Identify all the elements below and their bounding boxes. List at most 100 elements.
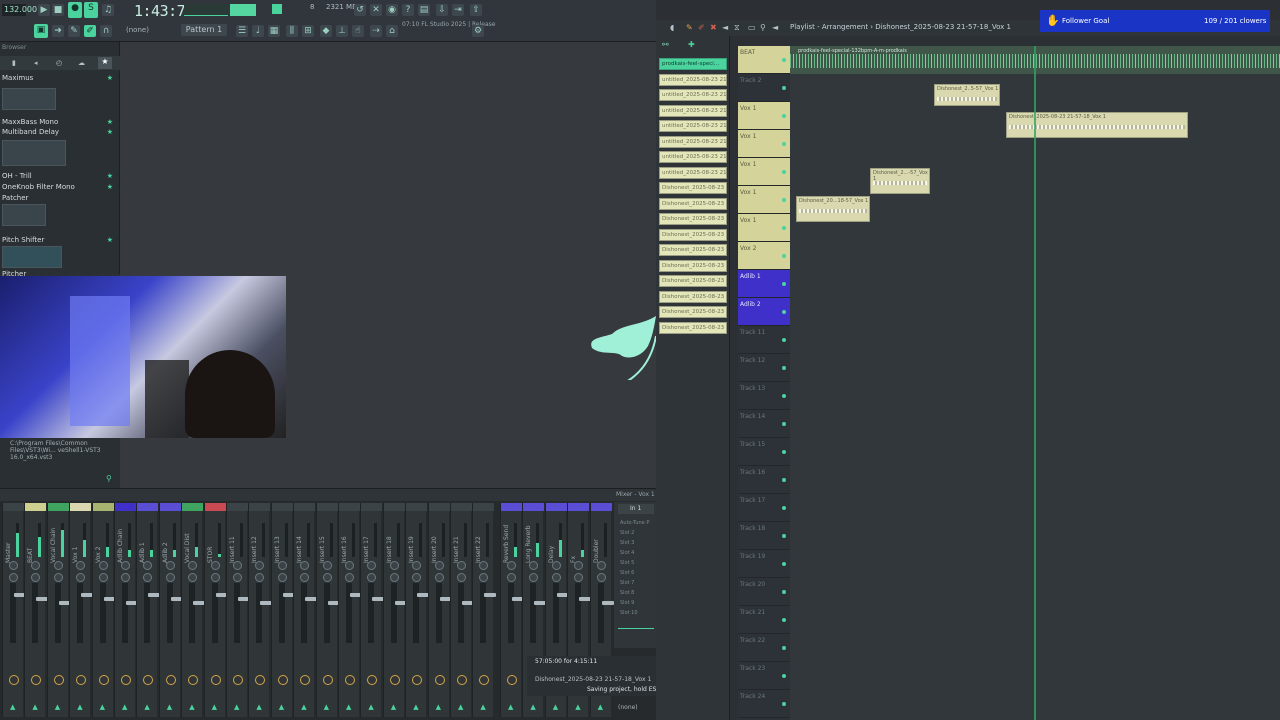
mixer-strip[interactable]: Insert 18 ▲ bbox=[382, 503, 407, 717]
mixer-strip[interactable]: Insert 16 ▲ bbox=[338, 503, 362, 717]
stereo-knob[interactable] bbox=[9, 573, 18, 582]
browser-item[interactable]: MaxxBass Mono bbox=[2, 118, 58, 126]
output-selector[interactable]: (none) bbox=[618, 704, 638, 711]
stereo-knob[interactable] bbox=[53, 573, 63, 582]
picker-item[interactable]: untitled_2025-08-23 21... bbox=[659, 73, 727, 86]
render-icon[interactable]: ⇥ bbox=[452, 4, 464, 16]
route-arrow-icon[interactable]: ▲ bbox=[575, 703, 580, 711]
track-header[interactable]: Track 15 bbox=[738, 438, 790, 466]
pan-knob[interactable] bbox=[457, 561, 466, 570]
plugin-icon[interactable]: ◆ bbox=[320, 25, 332, 37]
volume-fader[interactable] bbox=[32, 583, 49, 643]
track-active-led[interactable] bbox=[782, 534, 786, 538]
volume-fader[interactable] bbox=[435, 583, 452, 643]
track-active-led[interactable] bbox=[782, 366, 786, 370]
track-header[interactable]: Vox 1 bbox=[738, 186, 790, 214]
pan-knob[interactable] bbox=[322, 561, 332, 570]
pan-knob[interactable] bbox=[53, 561, 63, 570]
touch-icon[interactable]: ☝ bbox=[352, 25, 364, 37]
folder-icon[interactable]: ▮ bbox=[12, 59, 16, 67]
volume-fader[interactable] bbox=[77, 583, 94, 643]
stereo-knob[interactable] bbox=[300, 573, 310, 582]
stereo-knob[interactable] bbox=[507, 573, 516, 582]
route-arrow-icon[interactable]: ▲ bbox=[553, 703, 558, 711]
mixer-strip[interactable]: Insert 12 ▲ bbox=[248, 503, 273, 717]
help-icon[interactable]: ? bbox=[402, 4, 414, 16]
route-knob[interactable] bbox=[479, 675, 490, 685]
route-arrow-icon[interactable]: ▲ bbox=[368, 703, 373, 711]
track-header[interactable]: Track 24 bbox=[738, 690, 790, 718]
route-arrow-icon[interactable]: ▲ bbox=[324, 703, 329, 711]
route-arrow-icon[interactable]: ▲ bbox=[301, 703, 306, 711]
route-knob[interactable] bbox=[255, 675, 266, 685]
track-active-led[interactable] bbox=[782, 394, 786, 398]
route-arrow-icon[interactable]: ▲ bbox=[480, 703, 485, 711]
pan-knob[interactable] bbox=[529, 561, 539, 570]
pan-knob[interactable] bbox=[412, 561, 422, 570]
track-header[interactable]: Vox 1 bbox=[738, 214, 790, 242]
route-arrow-icon[interactable]: ▲ bbox=[279, 703, 284, 711]
fx-slot[interactable]: Slot 4 bbox=[620, 550, 634, 556]
favorites-icon[interactable]: ★ bbox=[98, 57, 112, 69]
mixer-strip[interactable]: Vox 1 ▲ bbox=[69, 503, 94, 717]
vocal-clip[interactable]: Dishonest_20...18-57_Vox 1 bbox=[796, 196, 870, 222]
mixer-strip[interactable]: Insert 14 ▲ bbox=[293, 503, 318, 717]
route-knob[interactable] bbox=[233, 675, 243, 685]
browser-item[interactable]: Maximus bbox=[2, 74, 33, 82]
route-knob[interactable] bbox=[76, 675, 87, 685]
stereo-knob[interactable] bbox=[255, 573, 265, 582]
mixer-strip[interactable]: Insert 21 ▲ bbox=[450, 503, 474, 717]
track-active-led[interactable] bbox=[782, 674, 786, 678]
track-active-led[interactable] bbox=[782, 338, 786, 342]
pencil-icon[interactable]: ✎ bbox=[68, 25, 80, 37]
volume-fader[interactable] bbox=[552, 583, 569, 643]
picker-item[interactable]: untitled_2025-08-23 21... bbox=[659, 104, 727, 117]
favorite-star-icon[interactable]: ★ bbox=[107, 118, 113, 126]
fx-slot[interactable]: Slot 3 bbox=[620, 540, 634, 546]
volume-fader[interactable] bbox=[166, 583, 183, 643]
stereo-knob[interactable] bbox=[188, 573, 198, 582]
track-header[interactable]: Vox 1 bbox=[738, 102, 790, 130]
tag-icon[interactable]: ⌂ bbox=[386, 25, 398, 37]
playback-tool-icon[interactable]: ◄ bbox=[772, 23, 778, 32]
volume-fader[interactable] bbox=[530, 583, 547, 643]
route-arrow-icon[interactable]: ▲ bbox=[167, 703, 172, 711]
metronome-icon[interactable]: ♫ bbox=[102, 4, 114, 16]
route-arrow-icon[interactable]: ▲ bbox=[346, 703, 351, 711]
fx-slot[interactable]: Auto-Tune P bbox=[620, 520, 649, 526]
fx-slot[interactable]: Slot 9 bbox=[620, 600, 634, 606]
stereo-knob[interactable] bbox=[165, 573, 175, 582]
stereo-knob[interactable] bbox=[389, 573, 399, 582]
route-arrow-icon[interactable]: ▲ bbox=[436, 703, 441, 711]
route-knob[interactable] bbox=[31, 675, 42, 685]
mic-icon[interactable]: ◉ bbox=[386, 4, 398, 16]
track-header[interactable]: Adlib 1 bbox=[738, 270, 790, 298]
volume-fader[interactable] bbox=[54, 583, 71, 643]
track-header[interactable]: Track 16 bbox=[738, 466, 790, 494]
route-arrow-icon[interactable]: ▲ bbox=[55, 703, 60, 711]
picker-item[interactable]: Dishonest_2025-08-23 2... bbox=[659, 244, 727, 256]
timeline-ruler[interactable] bbox=[790, 36, 1280, 46]
search-icon[interactable]: ⚲ bbox=[106, 474, 112, 483]
mute-tool-icon[interactable]: ◄ bbox=[722, 23, 728, 32]
stereo-knob[interactable] bbox=[479, 573, 489, 582]
picker-item[interactable]: Dishonest_2025-08-23 2... bbox=[659, 290, 727, 303]
stereo-knob[interactable] bbox=[76, 573, 86, 582]
pan-knob[interactable] bbox=[434, 561, 444, 570]
select-tool-icon[interactable]: ▭ bbox=[748, 23, 756, 32]
pan-knob[interactable] bbox=[277, 561, 287, 570]
snap-icon[interactable]: ▣ bbox=[34, 24, 48, 38]
stereo-knob[interactable] bbox=[457, 573, 466, 582]
track-active-led[interactable] bbox=[782, 114, 786, 118]
pan-knob[interactable] bbox=[121, 561, 130, 570]
stereo-knob[interactable] bbox=[412, 573, 422, 582]
track-active-led[interactable] bbox=[782, 646, 786, 650]
mixer-strip[interactable]: Insert 22 ▲ bbox=[472, 503, 497, 717]
stereo-knob[interactable] bbox=[322, 573, 332, 582]
track-header[interactable]: Track 20 bbox=[738, 578, 790, 606]
magnet-icon[interactable]: ∩ bbox=[100, 25, 112, 37]
stereo-knob[interactable] bbox=[529, 573, 539, 582]
stereo-knob[interactable] bbox=[345, 573, 354, 582]
link-icon[interactable]: ⇢ bbox=[370, 25, 382, 37]
snap-value[interactable]: (none) bbox=[126, 26, 149, 34]
